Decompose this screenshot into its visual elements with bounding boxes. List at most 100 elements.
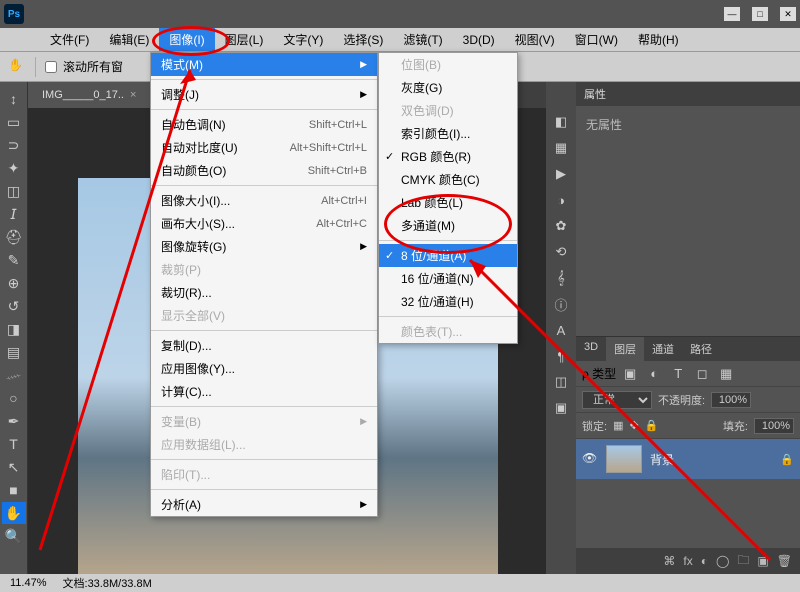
paragraph-icon[interactable]: ¶ <box>551 346 571 366</box>
submenu-item-8a[interactable]: ✓8 位/通道(A) <box>379 244 517 267</box>
path-tool[interactable]: ↖ <box>2 456 26 478</box>
eraser-tool[interactable]: ◨ <box>2 318 26 340</box>
submenu-item-labl[interactable]: Lab 颜色(L) <box>379 191 517 214</box>
menu-item-o[interactable]: 自动颜色(O)Shift+Ctrl+B <box>151 159 377 182</box>
menu-item-d[interactable]: 复制(D)... <box>151 334 377 357</box>
menu-item-c[interactable]: 计算(C)... <box>151 380 377 403</box>
opacity-input[interactable] <box>711 392 751 408</box>
submenu-item-cmykc[interactable]: CMYK 颜色(C) <box>379 168 517 191</box>
fill-adjust-icon[interactable]: ◯ <box>716 554 729 568</box>
menu-help[interactable]: 帮助(H) <box>628 28 689 51</box>
menu-image[interactable]: 图像(I) <box>159 28 214 51</box>
blend-mode-select[interactable]: 正常 <box>582 391 652 409</box>
hand-tool[interactable]: ✋ <box>2 502 26 524</box>
tools-panel: ↕ ▭ ⊃ ✦ ◫ 𝘐 ⛑ ✎ ⊕ ↺ ◨ ▤ 𓄧 ○ ✒ T ↖ ■ ✋ 🔍 <box>0 82 28 574</box>
trash-icon[interactable]: 🗑 <box>777 554 792 568</box>
tab-paths[interactable]: 路径 <box>682 337 720 361</box>
healing-tool[interactable]: ⛑ <box>2 226 26 248</box>
menu-type[interactable]: 文字(Y) <box>273 28 333 51</box>
eyedropper-tool[interactable]: 𝘐 <box>2 203 26 225</box>
history-brush-tool[interactable]: ↺ <box>2 295 26 317</box>
layer-row-background[interactable]: 👁 背景 🔒 <box>576 439 800 479</box>
eye-icon[interactable]: 👁 <box>582 451 598 467</box>
fill-input[interactable] <box>754 418 794 434</box>
menu-filter[interactable]: 滤镜(T) <box>393 28 452 51</box>
shape-tool[interactable]: ■ <box>2 479 26 501</box>
submenu-item-i[interactable]: 索引颜色(I)... <box>379 122 517 145</box>
submenu-item-16n[interactable]: 16 位/通道(N) <box>379 267 517 290</box>
character-icon[interactable]: A <box>551 320 571 340</box>
tab-layers[interactable]: 图层 <box>606 337 644 361</box>
menu-file[interactable]: 文件(F) <box>40 28 99 51</box>
menu-layer[interactable]: 图层(L) <box>215 28 274 51</box>
new-layer-icon[interactable]: ▣ <box>757 554 768 568</box>
scroll-all-checkbox[interactable] <box>45 61 57 73</box>
submenu-item-d: 双色调(D) <box>379 99 517 122</box>
filter-type-icon[interactable]: T <box>668 364 688 384</box>
type-tool[interactable]: T <box>2 433 26 455</box>
history-icon[interactable]: ⟲ <box>551 242 571 262</box>
menu-edit[interactable]: 编辑(E) <box>99 28 159 51</box>
filter-shape-icon[interactable]: ◻ <box>692 364 712 384</box>
menu-item-y[interactable]: 应用图像(Y)... <box>151 357 377 380</box>
lock-pixels-icon[interactable]: ▦ <box>613 419 623 432</box>
submenu-item-m[interactable]: 多通道(M) <box>379 214 517 237</box>
link-icon[interactable]: ⌘ <box>663 554 675 568</box>
menu-item-g[interactable]: 图像旋转(G)▶ <box>151 235 377 258</box>
menu-3d[interactable]: 3D(D) <box>453 30 505 50</box>
styles-icon[interactable]: ✿ <box>551 216 571 236</box>
mask-icon[interactable]: ◐ <box>701 554 708 568</box>
swatches-icon[interactable]: ▦ <box>551 138 571 158</box>
minimize-button[interactable]: — <box>724 7 740 21</box>
properties-header[interactable]: 属性 <box>576 82 800 106</box>
brushes-icon[interactable]: 𝄞 <box>551 268 571 288</box>
menu-item-j[interactable]: 调整(J)▶ <box>151 83 377 106</box>
info-icon[interactable]: ⓘ <box>551 294 571 314</box>
tab-channels[interactable]: 通道 <box>644 337 682 361</box>
submenu-item-rgbr[interactable]: ✓RGB 颜色(R) <box>379 145 517 168</box>
menu-item-r[interactable]: 裁切(R)... <box>151 281 377 304</box>
menu-select[interactable]: 选择(S) <box>333 28 393 51</box>
fx-icon[interactable]: fx <box>683 554 692 568</box>
lock-position-icon[interactable]: ✥ <box>629 419 638 432</box>
clone-icon[interactable]: ◫ <box>551 372 571 392</box>
gradient-tool[interactable]: ▤ <box>2 341 26 363</box>
marquee-tool[interactable]: ▭ <box>2 111 26 133</box>
document-tab[interactable]: IMG_____0_17.. × <box>28 82 151 108</box>
filter-pixel-icon[interactable]: ▣ <box>620 364 640 384</box>
menu-item-s[interactable]: 画布大小(S)...Alt+Ctrl+C <box>151 212 377 235</box>
crop-tool[interactable]: ◫ <box>2 180 26 202</box>
menu-item-m[interactable]: 模式(M)▶ <box>151 53 377 76</box>
menu-item-i[interactable]: 图像大小(I)...Alt+Ctrl+I <box>151 189 377 212</box>
dodge-tool[interactable]: ○ <box>2 387 26 409</box>
menu-item-a[interactable]: 分析(A)▶ <box>151 493 377 516</box>
fill-label: 填充: <box>723 418 748 434</box>
brush-tool[interactable]: ✎ <box>2 249 26 271</box>
menu-window[interactable]: 窗口(W) <box>565 28 628 51</box>
lasso-tool[interactable]: ⊃ <box>2 134 26 156</box>
menu-item-u[interactable]: 自动对比度(U)Alt+Shift+Ctrl+L <box>151 136 377 159</box>
submenu-item-32h[interactable]: 32 位/通道(H) <box>379 290 517 313</box>
tab-3d[interactable]: 3D <box>576 337 606 361</box>
adjustments-icon[interactable]: ◑ <box>551 190 571 210</box>
close-icon[interactable]: × <box>130 89 136 101</box>
close-button[interactable]: ✕ <box>780 7 796 21</box>
menu-view[interactable]: 视图(V) <box>505 28 565 51</box>
zoom-tool[interactable]: 🔍 <box>2 525 26 547</box>
magic-wand-tool[interactable]: ✦ <box>2 157 26 179</box>
color-panel-icon[interactable]: ◧ <box>551 112 571 132</box>
stamp-tool[interactable]: ⊕ <box>2 272 26 294</box>
filter-smart-icon[interactable]: ▦ <box>716 364 736 384</box>
maximize-button[interactable]: □ <box>752 7 768 21</box>
filter-adjustment-icon[interactable]: ◐ <box>644 364 664 384</box>
move-tool[interactable]: ↕ <box>2 88 26 110</box>
blur-tool[interactable]: 𓄧 <box>2 364 26 386</box>
pen-tool[interactable]: ✒ <box>2 410 26 432</box>
nav-icon[interactable]: ▣ <box>551 398 571 418</box>
menu-item-n[interactable]: 自动色调(N)Shift+Ctrl+L <box>151 113 377 136</box>
lock-all-icon[interactable]: 🔒 <box>645 419 659 432</box>
zoom-level[interactable]: 11.47% <box>10 577 47 589</box>
submenu-item-g[interactable]: 灰度(G) <box>379 76 517 99</box>
group-icon[interactable]: 🗀 <box>737 551 749 572</box>
play-icon[interactable]: ▶ <box>551 164 571 184</box>
